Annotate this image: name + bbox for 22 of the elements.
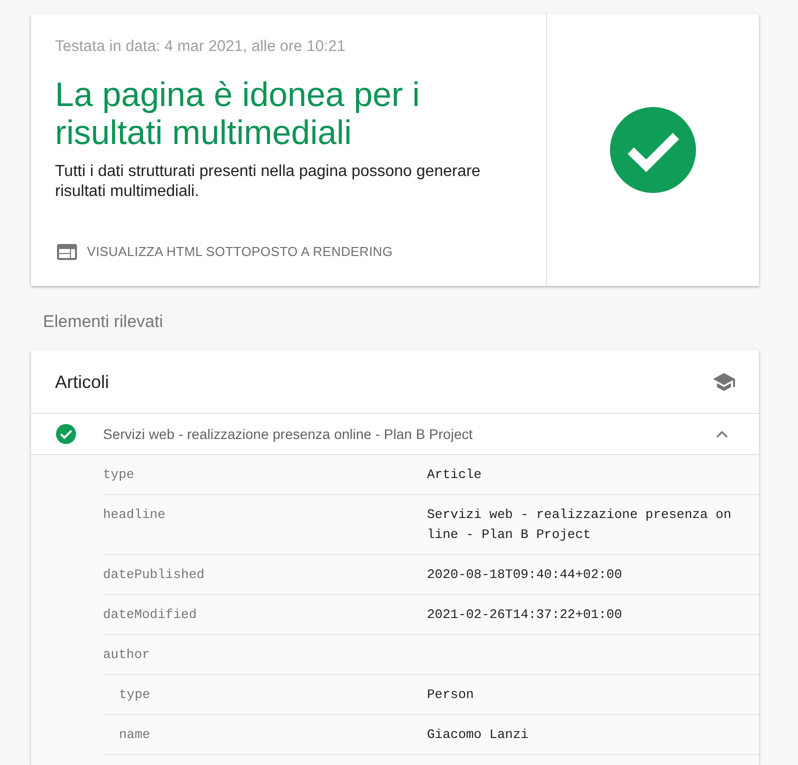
- property-key: headline: [103, 505, 166, 525]
- property-key: author: [103, 645, 150, 665]
- property-key: type: [103, 465, 134, 485]
- item-row[interactable]: Servizi web - realizzazione presenza online - Plan B Project: [31, 414, 759, 455]
- property-value: Servizi web - realizzazione presenza online - Plan B Project: [427, 506, 732, 544]
- view-rendered-html-button[interactable]: VISUALIZZA HTML SOTTOPOSTO A RENDERING: [55, 234, 397, 270]
- property-value: 2020-08-18T09:40:44+02:00: [427, 566, 624, 584]
- property-key: name: [119, 725, 150, 745]
- browser-window-icon: [57, 244, 77, 260]
- property-key: dateModified: [103, 605, 197, 625]
- graduation-cap-icon: [713, 372, 735, 390]
- result-description: Tutti i dati strutturati presenti nella pagina possono generare risultati multimediali.: [55, 162, 482, 202]
- property-key: datePublished: [103, 565, 204, 585]
- property-value: 2021-02-26T14:37:22+01:00: [427, 606, 624, 624]
- property-value: Person: [427, 686, 475, 704]
- card-title: Articoli: [55, 370, 110, 394]
- property-value: Article: [427, 466, 483, 484]
- result-headline: La pagina è idonea per i risultati multimediali: [55, 76, 421, 152]
- property-key: type: [119, 685, 150, 705]
- property-value: Giacomo Lanzi: [427, 726, 530, 744]
- tested-at-text: Testata in data: 4 mar 2021, alle ore 10:21: [55, 37, 346, 57]
- detected-items-heading: Elementi rilevati: [43, 312, 163, 332]
